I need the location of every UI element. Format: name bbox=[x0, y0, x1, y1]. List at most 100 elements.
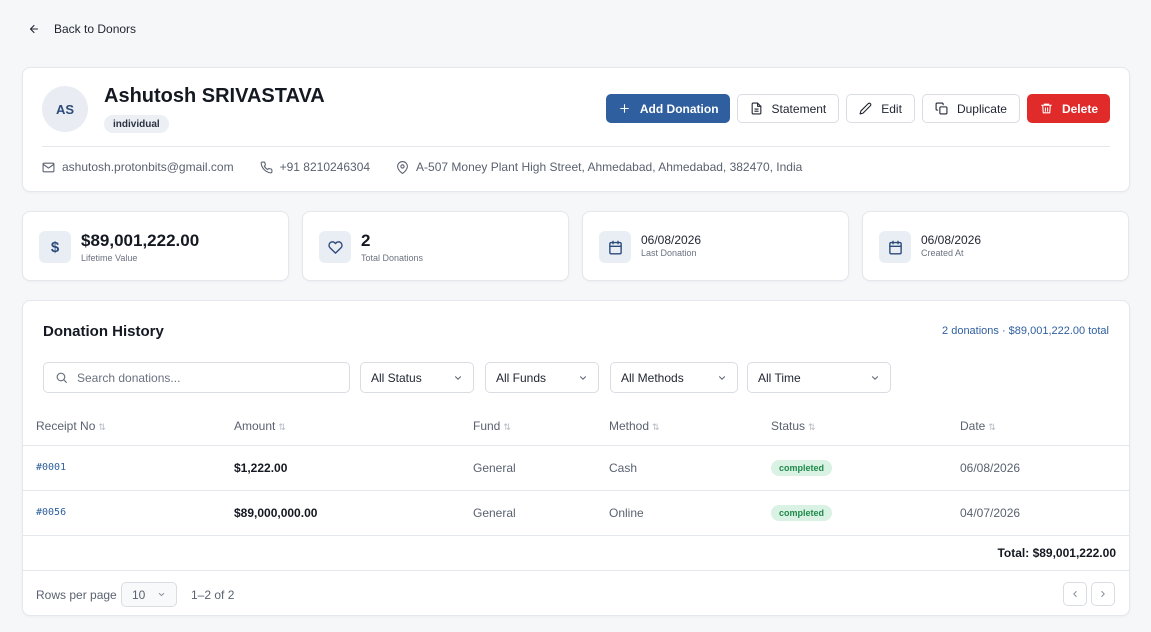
statement-label: Statement bbox=[771, 101, 827, 116]
history-summary: 2 donations · $89,001,222.00 total bbox=[942, 325, 1109, 337]
stat-lifetime-value: $ $89,001,222.00 Lifetime Value bbox=[22, 211, 289, 281]
column-header-method[interactable]: Method ⇅ bbox=[609, 408, 771, 446]
receipt-link[interactable]: #0056 bbox=[23, 490, 234, 536]
method-cell: Online bbox=[609, 490, 771, 536]
statement-button[interactable]: Statement bbox=[736, 94, 840, 123]
phone-icon bbox=[260, 161, 273, 173]
table-row[interactable]: #0001 $1,222.00 General Cash completed 0… bbox=[23, 445, 1129, 491]
back-label: Back to Donors bbox=[54, 22, 137, 36]
chevron-left-icon bbox=[1073, 590, 1077, 598]
methods-filter[interactable]: All Methods bbox=[610, 362, 738, 393]
duplicate-button[interactable]: Duplicate bbox=[921, 94, 1020, 123]
stat-value: 06/08/2026 bbox=[921, 233, 982, 247]
arrow-left-icon bbox=[29, 24, 39, 34]
profile-divider bbox=[42, 146, 1110, 147]
calendar-icon bbox=[879, 231, 911, 263]
status-cell: completed bbox=[771, 445, 960, 491]
status-cell: completed bbox=[771, 490, 960, 536]
column-header-fund[interactable]: Fund ⇅ bbox=[473, 408, 609, 446]
calendar-icon bbox=[599, 231, 631, 263]
stat-last-donation: 06/08/2026 Last Donation bbox=[582, 211, 849, 281]
edit-button[interactable]: Edit bbox=[846, 94, 915, 123]
sort-icon: ⇅ bbox=[988, 422, 996, 433]
search-placeholder: Search donations... bbox=[77, 370, 181, 385]
stat-value: 06/08/2026 bbox=[641, 233, 702, 247]
stat-value: $89,001,222.00 bbox=[81, 231, 200, 250]
methods-filter-value: All Methods bbox=[621, 370, 684, 385]
heart-icon bbox=[319, 231, 351, 263]
method-cell: Cash bbox=[609, 445, 771, 491]
amount-cell: $1,222.00 bbox=[234, 445, 473, 491]
stat-created-at: 06/08/2026 Created At bbox=[862, 211, 1129, 281]
phone-item: +91 8210246304 bbox=[260, 160, 370, 174]
sort-icon: ⇅ bbox=[98, 422, 106, 433]
chevron-down-icon bbox=[718, 375, 726, 380]
chevron-down-icon bbox=[871, 375, 879, 380]
date-cell: 04/07/2026 bbox=[960, 490, 1129, 536]
search-icon bbox=[56, 372, 67, 383]
column-header-amount[interactable]: Amount ⇅ bbox=[234, 408, 473, 446]
status-badge: completed bbox=[771, 459, 833, 476]
sort-icon: ⇅ bbox=[278, 422, 286, 433]
chevron-right-icon bbox=[1101, 590, 1105, 598]
contact-info: ashutosh.protonbits@gmail.com +91 821024… bbox=[42, 160, 802, 174]
total-row: Total: $89,001,222.00 bbox=[23, 535, 1129, 571]
funds-filter[interactable]: All Funds bbox=[485, 362, 599, 393]
rows-per-page-label: Rows per page bbox=[36, 588, 117, 602]
funds-filter-value: All Funds bbox=[496, 370, 547, 385]
pagination-range: 1–2 of 2 bbox=[191, 588, 235, 602]
column-header-receipt[interactable]: Receipt No ⇅ bbox=[23, 408, 234, 446]
previous-page-button[interactable] bbox=[1063, 582, 1087, 606]
donor-phone: +91 8210246304 bbox=[279, 160, 371, 174]
rows-per-page-value: 10 bbox=[132, 587, 146, 602]
email-item: ashutosh.protonbits@gmail.com bbox=[42, 160, 234, 174]
receipt-link[interactable]: #0001 bbox=[23, 445, 234, 491]
status-filter-value: All Status bbox=[371, 370, 422, 385]
chevron-down-icon bbox=[579, 375, 587, 380]
dollar-icon: $ bbox=[39, 231, 71, 263]
duplicate-label: Duplicate bbox=[956, 101, 1007, 116]
edit-label: Edit bbox=[881, 101, 902, 116]
delete-button[interactable]: Delete bbox=[1026, 94, 1110, 123]
file-text-icon bbox=[751, 102, 761, 115]
copy-icon bbox=[935, 102, 948, 115]
column-header-status[interactable]: Status ⇅ bbox=[771, 408, 960, 446]
avatar: AS bbox=[42, 86, 88, 132]
action-bar: Add Donation Statement Edit Duplicate De… bbox=[605, 94, 1110, 123]
date-cell: 06/08/2026 bbox=[960, 445, 1129, 491]
donation-history-card: Donation History 2 donations · $89,001,2… bbox=[22, 300, 1130, 616]
donor-name: Ashutosh SRIVASTAVA bbox=[104, 85, 325, 107]
plus-icon bbox=[620, 104, 629, 113]
table-row[interactable]: #0056 $89,000,000.00 General Online comp… bbox=[23, 490, 1129, 536]
status-filter[interactable]: All Status bbox=[360, 362, 474, 393]
trash-icon bbox=[1041, 103, 1052, 114]
status-badge: completed bbox=[771, 504, 833, 521]
sort-icon: ⇅ bbox=[503, 422, 511, 433]
amount-cell: $89,000,000.00 bbox=[234, 490, 473, 536]
sort-icon: ⇅ bbox=[652, 422, 660, 433]
map-pin-icon bbox=[397, 160, 408, 174]
stat-label: Lifetime Value bbox=[81, 253, 138, 263]
section-title: Donation History bbox=[43, 323, 164, 340]
search-input[interactable]: Search donations... bbox=[43, 362, 350, 393]
stat-label: Total Donations bbox=[361, 253, 424, 263]
next-page-button[interactable] bbox=[1091, 582, 1115, 606]
chevron-down-icon bbox=[159, 592, 165, 597]
time-filter[interactable]: All Time bbox=[747, 362, 891, 393]
donor-email: ashutosh.protonbits@gmail.com bbox=[62, 160, 234, 174]
donations-table: Receipt No ⇅ Amount ⇅ Fund ⇅ Method ⇅ Status… bbox=[23, 408, 1129, 536]
table-header-row: Receipt No ⇅ Amount ⇅ Fund ⇅ Method ⇅ Status… bbox=[23, 408, 1129, 446]
mail-icon bbox=[42, 162, 55, 172]
total-amount: Total: $89,001,222.00 bbox=[997, 546, 1116, 560]
time-filter-value: All Time bbox=[758, 370, 801, 385]
rows-per-page-select[interactable]: 10 bbox=[121, 582, 177, 607]
back-to-donors-link[interactable]: Back to Donors bbox=[28, 21, 136, 37]
fund-cell: General bbox=[473, 445, 609, 491]
donor-address: A-507 Money Plant High Street, Ahmedabad… bbox=[416, 160, 803, 174]
column-header-date[interactable]: Date ⇅ bbox=[960, 408, 1129, 446]
add-donation-button[interactable]: Add Donation bbox=[605, 94, 730, 123]
donor-type-badge: individual bbox=[104, 115, 169, 133]
chevron-down-icon bbox=[454, 375, 462, 380]
stat-value: 2 bbox=[361, 231, 371, 250]
stat-label: Created At bbox=[921, 248, 964, 258]
